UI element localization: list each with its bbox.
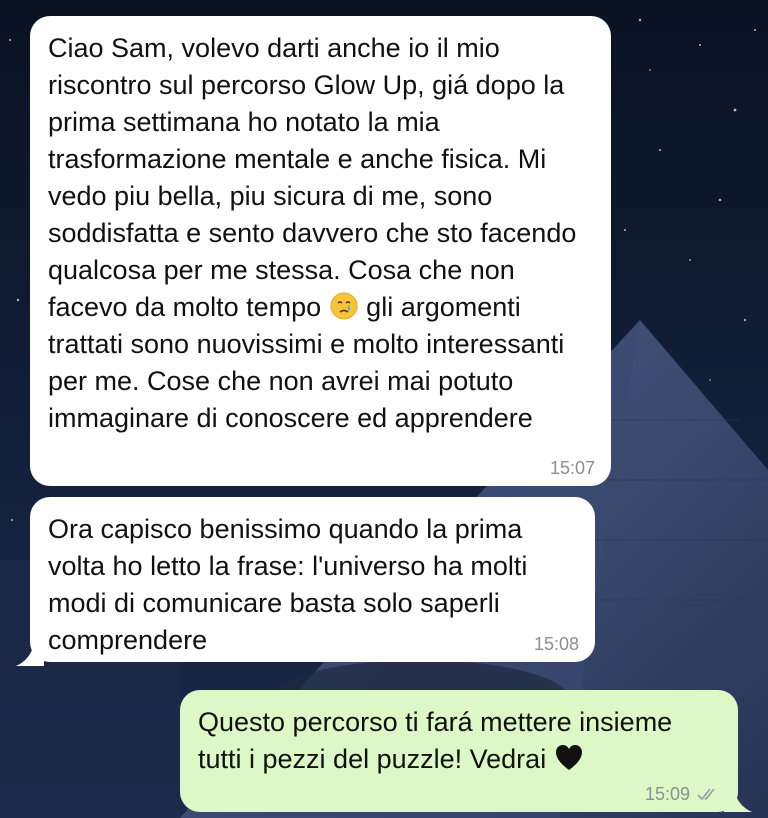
black-heart-emoji-icon [555, 745, 582, 770]
outgoing-message-bubble[interactable]: Questo percorso ti fará mettere insieme … [180, 690, 738, 812]
bubble-tail [16, 644, 44, 666]
incoming-message-bubble[interactable]: Ciao Sam, volevo darti anche io il mio r… [30, 16, 611, 486]
message-timestamp: 15:09 [645, 784, 722, 804]
message-text: Ciao Sam, volevo darti anche io il mio r… [48, 33, 577, 433]
message-text: Questo percorso ti fará mettere insieme … [198, 707, 673, 774]
message-text: Ora capisco benissimo quando la prima vo… [48, 514, 528, 655]
crying-face-emoji-icon [330, 292, 358, 320]
bubble-tail [724, 790, 752, 812]
message-timestamp: 15:08 [533, 634, 579, 654]
message-timestamp: 15:07 [549, 458, 595, 478]
read-receipt-double-check-icon [697, 788, 715, 801]
incoming-message-bubble[interactable]: Ora capisco benissimo quando la prima vo… [30, 497, 595, 662]
